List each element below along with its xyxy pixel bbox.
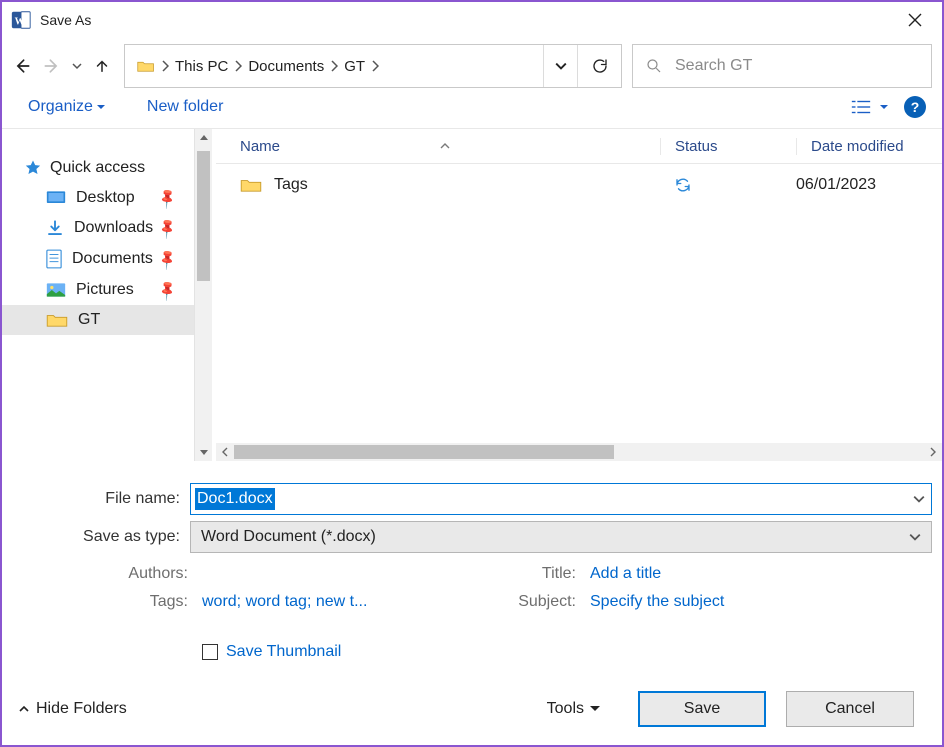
downloads-icon (46, 219, 64, 237)
pin-icon: 📌 (155, 247, 179, 271)
save-as-type-select[interactable]: Word Document (*.docx) (190, 521, 932, 553)
subject-label: Subject: (432, 593, 576, 611)
title-label: Title: (432, 565, 576, 583)
sidebar-scrollbar[interactable] (194, 129, 212, 461)
column-status[interactable]: Status (660, 138, 796, 155)
sidebar-item-gt[interactable]: GT (2, 305, 194, 335)
scroll-down-button[interactable] (195, 443, 212, 461)
chevron-right-icon[interactable] (234, 60, 242, 72)
filename-input[interactable]: Doc1.docx (190, 483, 932, 515)
sidebar-item-label: Downloads (74, 219, 153, 237)
dialog-footer: Hide Folders Tools Save Cancel (2, 673, 942, 745)
file-name: Tags (274, 176, 308, 194)
folder-icon (240, 177, 262, 193)
forward-button[interactable] (40, 54, 64, 78)
sort-indicator-icon (440, 142, 450, 150)
chevron-right-icon[interactable] (371, 60, 379, 72)
close-button[interactable] (892, 4, 938, 36)
pictures-icon (46, 282, 66, 298)
save-as-dialog: W Save As (0, 0, 944, 747)
up-button[interactable] (90, 54, 114, 78)
save-as-type-value: Word Document (*.docx) (201, 528, 376, 546)
address-bar[interactable]: This PC Documents GT (124, 44, 622, 88)
navigation-row: This PC Documents GT (2, 38, 942, 94)
chevron-down-icon[interactable] (913, 493, 925, 505)
search-input[interactable]: Search GT (632, 44, 932, 88)
file-date: 06/01/2023 (796, 176, 942, 194)
titlebar: W Save As (2, 2, 942, 38)
horizontal-scrollbar[interactable] (216, 443, 942, 461)
authors-label: Authors: (22, 565, 188, 583)
chevron-right-icon[interactable] (330, 60, 338, 72)
authors-value[interactable] (202, 565, 432, 583)
title-value[interactable]: Add a title (590, 565, 724, 583)
view-options-button[interactable] (850, 98, 888, 116)
sidebar-item-label: Pictures (76, 281, 134, 299)
column-date-modified[interactable]: Date modified (796, 138, 942, 155)
window-title: Save As (40, 12, 892, 28)
file-list: Name Status Date modified Tags (216, 129, 942, 461)
chevron-up-icon (18, 703, 30, 715)
sidebar-item-documents[interactable]: Documents 📌 (2, 243, 194, 275)
scroll-right-button[interactable] (924, 443, 942, 461)
pin-icon: 📌 (155, 186, 179, 210)
subject-value[interactable]: Specify the subject (590, 593, 724, 611)
folder-icon (46, 312, 68, 328)
refresh-button[interactable] (577, 45, 621, 87)
help-button[interactable]: ? (904, 96, 926, 118)
sidebar-item-label: GT (78, 311, 100, 329)
desktop-icon (46, 190, 66, 206)
quick-access-header[interactable]: Quick access (2, 153, 194, 183)
pin-icon: 📌 (155, 278, 179, 302)
sync-icon (674, 176, 796, 194)
save-button[interactable]: Save (638, 691, 766, 727)
filename-label: File name: (12, 490, 190, 508)
tags-value[interactable]: word; word tag; new t... (202, 593, 432, 611)
sidebar-item-pictures[interactable]: Pictures 📌 (2, 275, 194, 305)
sidebar-item-label: Documents (72, 250, 153, 268)
file-row[interactable]: Tags 06/01/2023 (216, 164, 942, 206)
save-form: File name: Doc1.docx Save as type: Word … (2, 461, 942, 673)
pin-icon: 📌 (155, 216, 179, 240)
organize-menu[interactable]: Organize (28, 98, 105, 116)
recent-locations-dropdown[interactable] (70, 54, 84, 78)
tags-label: Tags: (22, 593, 188, 611)
scroll-thumb[interactable] (197, 151, 210, 281)
documents-icon (46, 249, 62, 269)
breadcrumb-this-pc[interactable]: This PC (169, 54, 234, 79)
search-icon (645, 57, 663, 75)
search-placeholder: Search GT (675, 57, 752, 75)
sidebar: Quick access Desktop 📌 Downloads 📌 (2, 129, 212, 461)
breadcrumb-root-icon[interactable] (131, 55, 161, 77)
breadcrumb-gt[interactable]: GT (338, 54, 371, 79)
svg-text:W: W (15, 16, 25, 27)
chevron-right-icon[interactable] (161, 60, 169, 72)
hscroll-thumb[interactable] (234, 445, 614, 459)
breadcrumb-documents[interactable]: Documents (242, 54, 330, 79)
caret-down-icon (590, 705, 600, 713)
save-thumbnail-label[interactable]: Save Thumbnail (226, 643, 341, 661)
word-app-icon: W (8, 7, 34, 33)
address-dropdown[interactable] (543, 45, 577, 87)
chevron-down-icon[interactable] (909, 531, 921, 543)
tools-menu[interactable]: Tools (547, 700, 600, 718)
save-thumbnail-checkbox[interactable] (202, 644, 218, 660)
filename-value: Doc1.docx (195, 488, 275, 510)
sidebar-item-downloads[interactable]: Downloads 📌 (2, 213, 194, 243)
save-as-type-label: Save as type: (12, 528, 190, 546)
scroll-left-button[interactable] (216, 443, 234, 461)
hide-folders-toggle[interactable]: Hide Folders (18, 700, 127, 718)
star-icon (24, 159, 42, 177)
sidebar-item-desktop[interactable]: Desktop 📌 (2, 183, 194, 213)
back-button[interactable] (10, 54, 34, 78)
sidebar-item-label: Desktop (76, 189, 135, 207)
cancel-button[interactable]: Cancel (786, 691, 914, 727)
toolbar: Organize New folder ? (2, 94, 942, 128)
new-folder-button[interactable]: New folder (147, 98, 223, 116)
column-name[interactable]: Name (240, 138, 280, 155)
column-headers[interactable]: Name Status Date modified (216, 129, 942, 164)
metadata-section: Authors: Tags: word; word tag; new t... … (12, 559, 932, 621)
main-area: Quick access Desktop 📌 Downloads 📌 (2, 128, 942, 461)
scroll-up-button[interactable] (195, 129, 212, 147)
